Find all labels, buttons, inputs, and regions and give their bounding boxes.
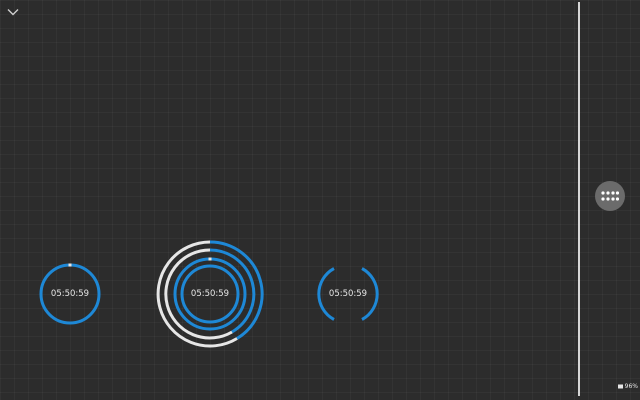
timer-1[interactable]: 05:50:59	[39, 263, 101, 325]
panel-divider	[578, 2, 580, 396]
menu-button[interactable]	[595, 181, 625, 211]
collapse-button[interactable]	[4, 4, 22, 20]
timer-2-time: 05:50:59	[190, 289, 230, 299]
battery-icon	[617, 384, 623, 389]
dots-grid-icon	[601, 191, 619, 201]
timer-3-time: 05:50:59	[328, 289, 368, 299]
timer-2[interactable]: 05:50:59	[156, 240, 264, 348]
timer-3[interactable]: 05:50:59	[317, 263, 379, 325]
battery-level: 96%	[624, 383, 638, 390]
app-screen: 05:50:59 05:50:59 05:50:59 96%	[0, 0, 640, 400]
timer-1-time: 05:50:59	[50, 289, 90, 299]
battery-status: 96%	[617, 383, 638, 390]
chevron-down-icon	[7, 9, 19, 16]
